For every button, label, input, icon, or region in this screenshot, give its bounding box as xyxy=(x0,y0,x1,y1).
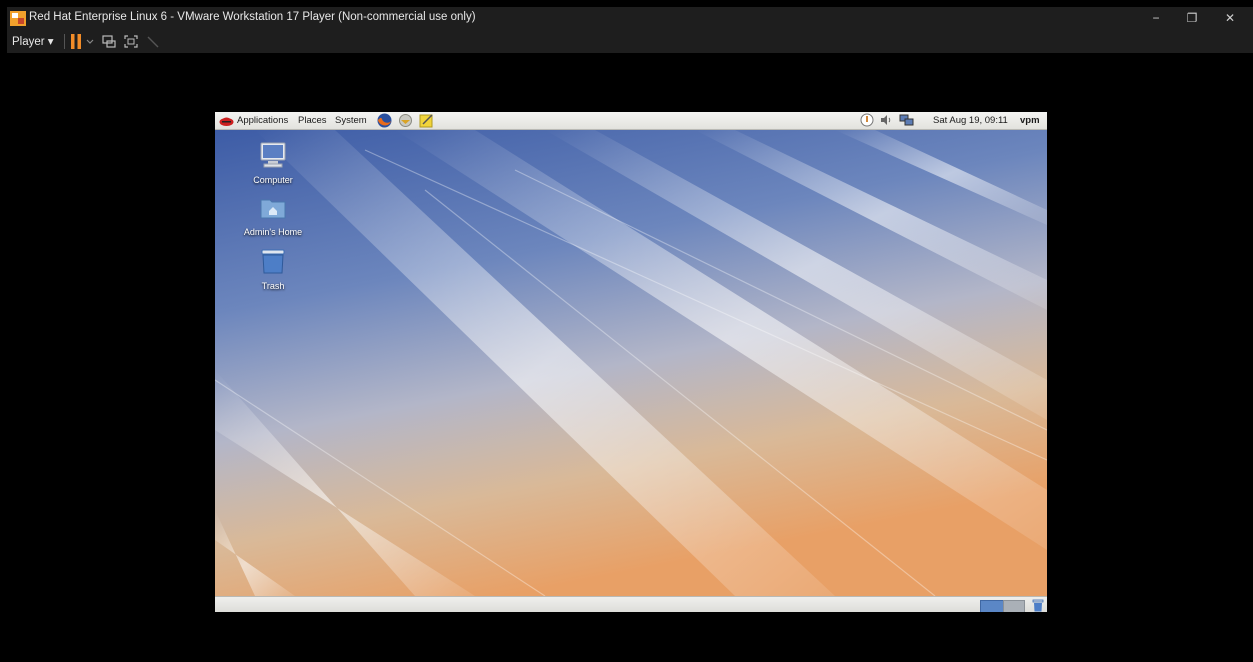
notes-icon[interactable] xyxy=(419,113,434,128)
gnome-bottom-panel xyxy=(215,596,1047,612)
pause-icon[interactable] xyxy=(69,33,83,50)
unity-icon[interactable] xyxy=(145,33,161,50)
system-menu[interactable]: System xyxy=(335,115,367,126)
guest-screen[interactable]: Applications Places System Sat Aug 19, 0… xyxy=(215,112,1047,612)
desktop-wallpaper xyxy=(215,130,1047,596)
restore-button[interactable]: ❐ xyxy=(1175,7,1209,30)
applications-menu[interactable]: Applications xyxy=(237,115,288,126)
player-menu-button[interactable]: Player ▾ xyxy=(12,34,54,48)
volume-icon[interactable] xyxy=(879,113,893,127)
window-titlebar: Red Hat Enterprise Linux 6 - VMware Work… xyxy=(7,7,1253,30)
player-toolbar: Player ▾ xyxy=(7,30,1253,53)
update-notifier-icon[interactable] xyxy=(860,113,874,127)
workspace-1[interactable] xyxy=(980,600,1004,612)
gnome-top-panel: Applications Places System Sat Aug 19, 0… xyxy=(215,112,1047,130)
desktop-icon-label: Computer xyxy=(253,175,293,185)
close-button[interactable]: ✕ xyxy=(1213,7,1247,30)
minimize-button[interactable]: − xyxy=(1139,7,1173,30)
desktop-icon-admins-home[interactable]: Admin's Home xyxy=(238,196,308,237)
fullscreen-icon[interactable] xyxy=(123,33,139,50)
desktop-icon-computer[interactable]: Computer xyxy=(238,142,308,185)
panel-username[interactable]: vpm xyxy=(1020,115,1040,126)
firefox-icon[interactable] xyxy=(377,113,392,128)
window-title: Red Hat Enterprise Linux 6 - VMware Work… xyxy=(29,11,476,23)
computer-icon xyxy=(260,142,286,168)
dropdown-icon[interactable] xyxy=(86,33,94,50)
trash-applet-icon[interactable] xyxy=(1032,599,1044,612)
toolbar-divider xyxy=(64,34,65,49)
mail-client-icon[interactable] xyxy=(398,113,413,128)
panel-clock[interactable]: Sat Aug 19, 09:11 xyxy=(933,115,1008,126)
places-menu[interactable]: Places xyxy=(298,115,327,126)
trash-icon xyxy=(261,249,285,274)
desktop-icon-label: Admin's Home xyxy=(243,227,303,237)
desktop-icon-trash[interactable]: Trash xyxy=(238,248,308,291)
desktop-icon-label: Trash xyxy=(261,281,285,291)
network-icon[interactable] xyxy=(899,113,914,127)
workspace-2[interactable] xyxy=(1003,600,1025,612)
home-folder-icon xyxy=(260,199,286,219)
vmware-logo-icon xyxy=(10,11,26,26)
redhat-logo-icon[interactable] xyxy=(219,113,234,127)
send-ctrl-alt-del-icon[interactable] xyxy=(101,33,117,50)
